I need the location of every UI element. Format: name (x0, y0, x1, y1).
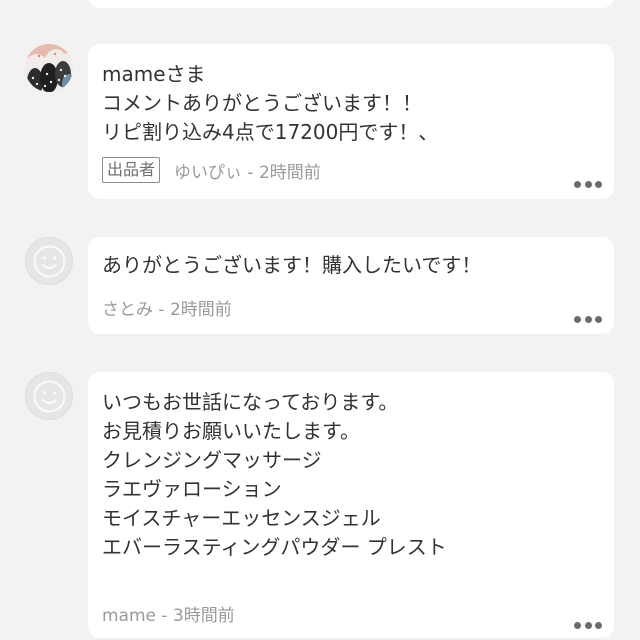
comment-bubble: いつもお世話になっております。 お見積りお願いいたします。 クレンジングマッサー… (88, 372, 614, 638)
comment-meta: mame - 3時間前 (102, 605, 235, 626)
comment-meta: ゆいぴぃ - 2時間前 (174, 162, 321, 183)
default-avatar[interactable] (25, 237, 73, 285)
comment-text: いつもお世話になっております。 お見積りお願いいたします。 クレンジングマッサー… (102, 390, 447, 559)
more-horizontal-icon[interactable] (574, 620, 602, 630)
seller-avatar[interactable] (25, 44, 73, 92)
face-icon (33, 380, 66, 413)
comment-meta: さとみ - 2時間前 (102, 299, 232, 320)
comment-bubble: ありがとうございます！購入したいです！ さとみ - 2時間前 (88, 237, 614, 334)
more-horizontal-icon[interactable] (574, 179, 602, 189)
comment-text: ありがとうございます！購入したいです！ (102, 253, 482, 277)
comment-bubble: mameさま コメントありがとうございます！！ リピ割り込み4点で17200円で… (88, 44, 614, 199)
comment-meta-row: mame - 3時間前 (102, 598, 600, 628)
previous-comment-card (88, 0, 614, 8)
default-avatar[interactable] (25, 372, 73, 420)
comment-text: mameさま コメントありがとうございます！！ リピ割り込み4点で17200円で… (102, 62, 439, 144)
comment-meta-row: さとみ - 2時間前 (102, 292, 600, 322)
more-horizontal-icon[interactable] (574, 314, 602, 324)
comment-meta-row: 出品者 ゆいぴぃ - 2時間前 (102, 155, 600, 185)
seller-avatar-image (25, 44, 73, 92)
face-icon (33, 245, 66, 278)
seller-badge: 出品者 (102, 157, 161, 183)
